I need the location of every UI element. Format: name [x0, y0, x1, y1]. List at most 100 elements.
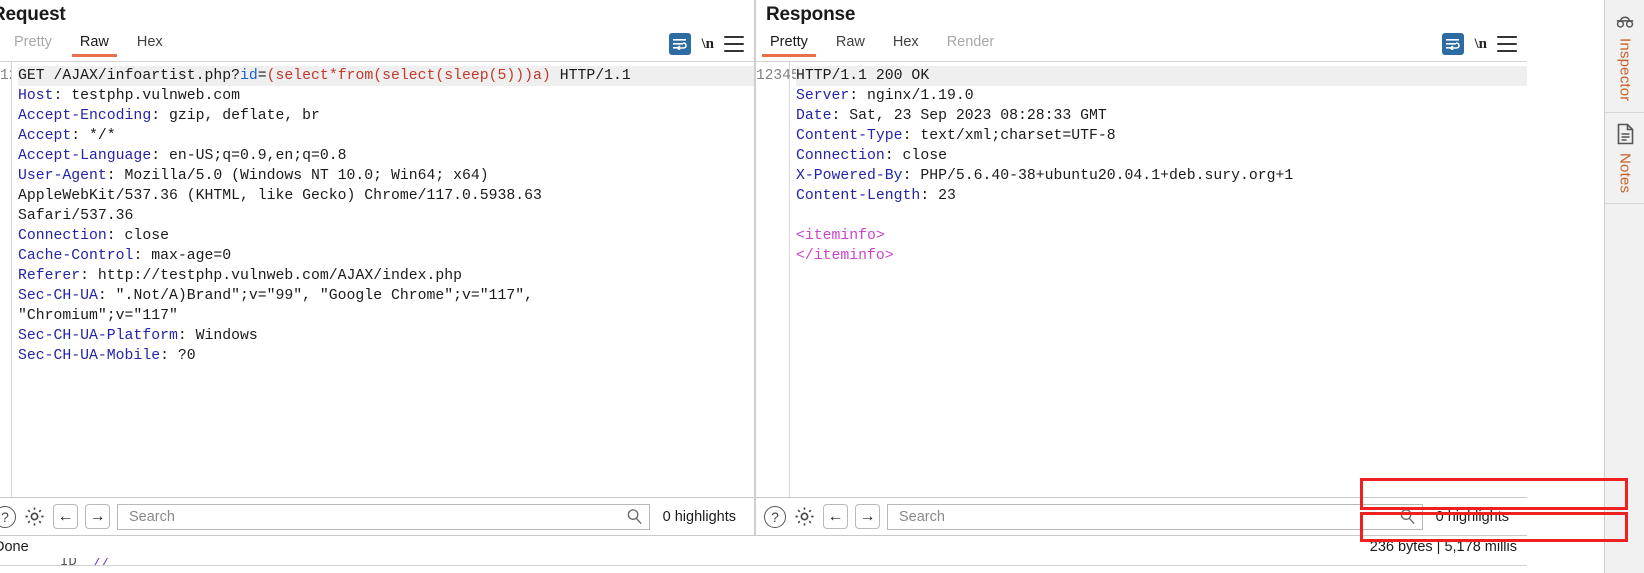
code-segment: Sec-CH-UA-Platform: [18, 328, 178, 344]
request-tab-hex[interactable]: Hex: [123, 32, 177, 57]
request-tab-pretty[interactable]: Pretty: [0, 32, 66, 57]
code-segment: Referer: [18, 268, 81, 284]
code-segment: : text/xml;charset=UTF-8: [902, 128, 1116, 144]
code-segment: Content-Type: [796, 128, 903, 144]
request-search-field[interactable]: [117, 503, 650, 530]
code-line: Server: nginx/1.19.0: [796, 86, 1527, 106]
code-line: User-Agent: Mozilla/5.0 (Windows NT 10.0…: [18, 166, 754, 186]
request-highlights-count: 0 highlights: [662, 508, 736, 525]
code-segment: Sec-CH-UA: [18, 288, 98, 304]
code-segment: : http://testphp.vulnweb.com/AJAX/index.…: [80, 268, 462, 284]
response-tab-raw[interactable]: Raw: [822, 32, 879, 57]
request-code[interactable]: GET /AJAX/infoartist.php?id=(select*from…: [12, 62, 754, 497]
code-segment: Host: [18, 88, 54, 104]
code-line: Referer: http://testphp.vulnweb.com/AJAX…: [18, 266, 754, 286]
code-segment: Content-Length: [796, 188, 921, 204]
code-line: Accept-Encoding: gzip, deflate, br: [18, 106, 754, 126]
code-line: "Chromium";v="117": [18, 306, 754, 326]
code-segment: : max-age=0: [133, 248, 232, 264]
request-title: Request: [0, 4, 66, 25]
sidebar-item-inspector[interactable]: Inspector: [1605, 0, 1644, 113]
request-tab-raw[interactable]: Raw: [66, 32, 123, 57]
response-tab-render[interactable]: Render: [933, 32, 1009, 57]
code-segment: : 23: [920, 188, 956, 204]
newline-icon[interactable]: \n: [1474, 36, 1487, 53]
code-segment: Server: [796, 88, 850, 104]
response-pane: Response Pretty Raw Hex Render \n 1234 H…: [756, 0, 1527, 535]
code-line: Cache-Control: max-age=0: [18, 246, 754, 266]
code-segment: Safari/537.36: [18, 208, 134, 224]
code-line: Content-Type: text/xml;charset=UTF-8: [796, 126, 1527, 146]
response-search-input[interactable]: [897, 507, 1399, 526]
code-line: Date: Sat, 23 Sep 2023 08:28:33 GMT: [796, 106, 1527, 126]
sidebar-item-label: Notes: [1616, 152, 1634, 193]
gear-icon[interactable]: [23, 505, 46, 528]
gear-icon[interactable]: [793, 505, 816, 528]
code-segment: : testphp.vulnweb.com: [53, 88, 241, 104]
search-back-button[interactable]: ←: [823, 504, 848, 529]
code-segment: =: [257, 68, 267, 84]
search-back-button[interactable]: ←: [53, 504, 78, 529]
code-line: <iteminfo>: [796, 226, 1527, 246]
line-number: 1: [756, 68, 765, 84]
search-forward-button[interactable]: →: [85, 504, 110, 529]
code-segment: : */*: [71, 128, 116, 144]
inspector-icon: [1616, 16, 1634, 28]
code-segment: "Chromium";v="117": [18, 308, 178, 324]
response-code[interactable]: HTTP/1.1 200 OK Server: nginx/1.19.0 Date:…: [790, 62, 1527, 497]
request-tabbar: Pretty Raw Hex \n: [0, 32, 754, 62]
response-editor[interactable]: 123456789 10 HTTP/1.1 200 OK Server: ngin…: [756, 62, 1527, 497]
request-editor[interactable]: 123456 78910 111213 GET /AJAX/infoartist…: [0, 62, 754, 497]
code-segment: : ".Not/A)Brand";v="99", "Google Chrome"…: [97, 288, 534, 304]
response-tab-hex[interactable]: Hex: [879, 32, 933, 57]
code-segment: </iteminfo>: [796, 248, 894, 264]
bottom-clipped-strip: ID //: [0, 558, 1527, 573]
code-segment: Accept: [18, 128, 72, 144]
word-wrap-icon[interactable]: [669, 33, 692, 55]
request-tab-actions: \n: [669, 32, 754, 55]
search-icon[interactable]: [626, 508, 643, 525]
help-icon[interactable]: ?: [0, 505, 16, 528]
code-segment: Date: [796, 108, 832, 124]
code-line: GET /AJAX/infoartist.php?id=(select*from…: [18, 66, 754, 86]
sidebar-item-label: Inspector: [1616, 38, 1634, 102]
code-segment: AppleWebKit/537.36 (KHTML, like Gecko) C…: [18, 188, 542, 204]
word-wrap-icon[interactable]: [1442, 33, 1465, 55]
search-forward-button[interactable]: →: [855, 504, 880, 529]
request-line-numbers: 123456 78910 111213: [0, 62, 12, 497]
request-search-input[interactable]: [127, 507, 626, 526]
response-searchbar: ? ← → 0 highligh: [756, 497, 1527, 535]
status-message: Done: [0, 539, 29, 555]
code-segment: <iteminfo>: [796, 228, 885, 244]
code-line: Sec-CH-UA-Mobile: ?0: [18, 346, 754, 366]
code-segment: : Windows: [177, 328, 258, 344]
response-tab-actions: \n: [1442, 32, 1527, 55]
request-pane: Request Pretty Raw Hex: [0, 0, 754, 535]
response-menu-icon[interactable]: [1497, 36, 1517, 52]
response-line-numbers: 123456789 10: [756, 62, 860, 497]
code-segment: : Sat, 23 Sep 2023 08:28:33 GMT: [831, 108, 1107, 124]
code-line: Sec-CH-UA-Platform: Windows: [18, 326, 754, 346]
code-line: </iteminfo>: [796, 246, 1527, 266]
search-icon[interactable]: [1399, 508, 1416, 525]
newline-icon[interactable]: \n: [701, 36, 714, 53]
help-icon[interactable]: ?: [764, 505, 786, 528]
code-segment: X-Powered-By: [796, 168, 903, 184]
code-segment: : en-US;q=0.9,en;q=0.8: [151, 148, 347, 164]
code-line: Host: testphp.vulnweb.com: [18, 86, 754, 106]
request-menu-icon[interactable]: [724, 36, 744, 52]
code-segment: Connection: [18, 228, 107, 244]
code-line: Sec-CH-UA: ".Not/A)Brand";v="99", "Googl…: [18, 286, 754, 306]
line-number: 3: [773, 68, 783, 84]
response-tab-pretty[interactable]: Pretty: [756, 32, 822, 57]
response-size-timing: 236 bytes | 5,178 millis: [1369, 539, 1517, 555]
code-segment: : ?0: [160, 348, 196, 364]
sidebar-item-notes[interactable]: Notes: [1605, 113, 1644, 204]
request-searchbar: ? ← → 0 highligh: [0, 497, 754, 535]
code-line: Accept: */*: [18, 126, 754, 146]
response-search-field[interactable]: [887, 503, 1423, 530]
code-segment: HTTP/1.1 200 OK: [796, 68, 930, 84]
